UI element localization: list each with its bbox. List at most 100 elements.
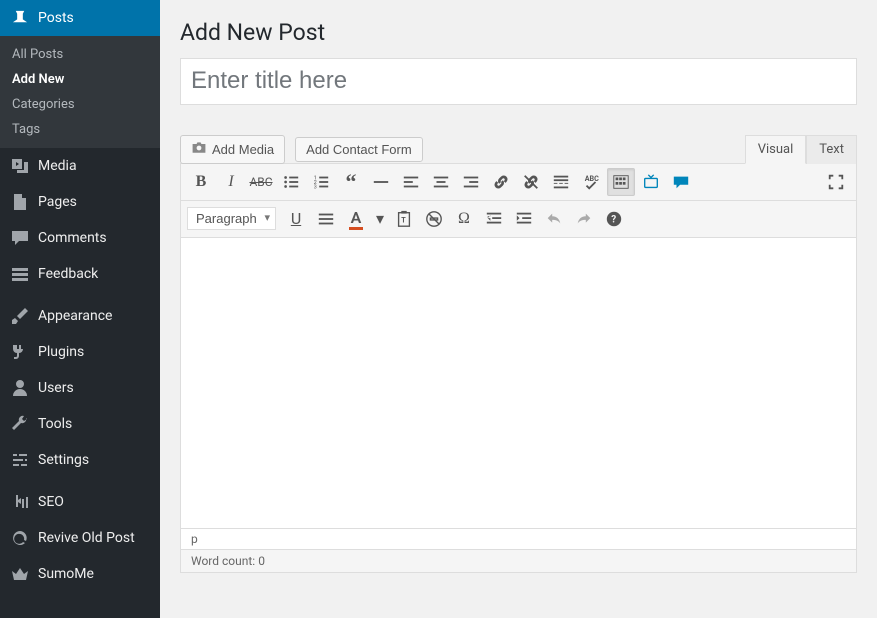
brush-icon [10, 306, 30, 326]
sidebar-item-feedback[interactable]: Feedback [0, 256, 160, 292]
media-buttons-row: Add Media Add Contact Form Visual Text [180, 135, 857, 164]
clear-formatting-button[interactable] [420, 205, 448, 233]
add-contact-form-button[interactable]: Add Contact Form [295, 137, 423, 162]
sidebar-item-tools[interactable]: Tools [0, 406, 160, 442]
editor-toolbar-2: Paragraph U A ▾ T Ω ? [181, 201, 856, 238]
underline-button[interactable]: U [282, 205, 310, 233]
seo-icon [10, 492, 30, 512]
sidebar-label: Posts [38, 10, 74, 26]
paste-text-button[interactable]: T [390, 205, 418, 233]
align-left-button[interactable] [397, 168, 425, 196]
pushpin-icon [10, 8, 30, 28]
main-content: Add New Post Add Media Add Contact Form … [160, 0, 877, 618]
status-bar: Word count: 0 [181, 549, 856, 572]
spellcheck-button[interactable]: ABC [577, 168, 605, 196]
media-icon [10, 156, 30, 176]
chat-icon-button[interactable] [667, 168, 695, 196]
editor-body[interactable] [181, 238, 856, 528]
tv-icon-button[interactable] [637, 168, 665, 196]
sliders-icon [10, 450, 30, 470]
undo-button[interactable] [540, 205, 568, 233]
sidebar-label: Comments [38, 230, 107, 246]
page-icon [10, 192, 30, 212]
sidebar-label: Appearance [38, 308, 112, 324]
sidebar-label: SumoMe [38, 566, 94, 582]
sidebar-item-seo[interactable]: SEO [0, 484, 160, 520]
blockquote-button[interactable]: “ [337, 168, 365, 196]
text-color-button[interactable]: A [342, 205, 370, 233]
add-media-button[interactable]: Add Media [180, 135, 285, 164]
align-center-button[interactable] [427, 168, 455, 196]
plug-icon [10, 342, 30, 362]
submenu-categories[interactable]: Categories [0, 92, 160, 117]
horizontal-rule-button[interactable] [367, 168, 395, 196]
sidebar-label: Plugins [38, 344, 84, 360]
read-more-button[interactable] [547, 168, 575, 196]
redo-button[interactable] [570, 205, 598, 233]
outdent-button[interactable] [480, 205, 508, 233]
feedback-icon [10, 264, 30, 284]
bullet-list-button[interactable] [277, 168, 305, 196]
indent-button[interactable] [510, 205, 538, 233]
element-path[interactable]: p [181, 528, 856, 549]
comment-icon [10, 228, 30, 248]
editor-toolbar-1: B I ABC 123 “ ABC [181, 164, 856, 201]
tab-text[interactable]: Text [806, 135, 857, 164]
sidebar-item-plugins[interactable]: Plugins [0, 334, 160, 370]
sidebar-item-users[interactable]: Users [0, 370, 160, 406]
sidebar-item-appearance[interactable]: Appearance [0, 298, 160, 334]
sidebar-item-revive[interactable]: Revive Old Post [0, 520, 160, 556]
button-label: Add Contact Form [306, 142, 412, 157]
toolbar-toggle-button[interactable] [607, 168, 635, 196]
word-count-value: 0 [258, 554, 265, 568]
refresh-icon [10, 528, 30, 548]
wrench-icon [10, 414, 30, 434]
align-right-button[interactable] [457, 168, 485, 196]
special-character-button[interactable]: Ω [450, 205, 478, 233]
submenu-add-new[interactable]: Add New [0, 67, 160, 92]
svg-text:T: T [401, 215, 406, 224]
help-button[interactable]: ? [600, 205, 628, 233]
sidebar-label: Settings [38, 452, 89, 468]
sidebar-item-posts[interactable]: Posts [0, 0, 160, 36]
sidebar-label: Tools [38, 416, 72, 432]
text-color-dropdown[interactable]: ▾ [372, 205, 388, 233]
sidebar-submenu-posts: All Posts Add New Categories Tags [0, 36, 160, 148]
bold-button[interactable]: B [187, 168, 215, 196]
svg-text:?: ? [611, 214, 616, 225]
sidebar-item-settings[interactable]: Settings [0, 442, 160, 478]
submenu-all-posts[interactable]: All Posts [0, 42, 160, 67]
tab-visual[interactable]: Visual [745, 135, 807, 164]
submenu-tags[interactable]: Tags [0, 117, 160, 142]
svg-text:ABC: ABC [585, 174, 599, 183]
user-icon [10, 378, 30, 398]
sidebar-item-comments[interactable]: Comments [0, 220, 160, 256]
editor-container: B I ABC 123 “ ABC [180, 163, 857, 573]
strikethrough-button[interactable]: ABC [247, 168, 275, 196]
post-title-input[interactable] [180, 58, 857, 105]
sidebar-label: Users [38, 380, 74, 396]
crown-icon [10, 564, 30, 584]
sidebar-item-pages[interactable]: Pages [0, 184, 160, 220]
unlink-button[interactable] [517, 168, 545, 196]
align-justify-button[interactable] [312, 205, 340, 233]
sidebar-item-sumome[interactable]: SumoMe [0, 556, 160, 592]
sidebar-item-media[interactable]: Media [0, 148, 160, 184]
sidebar-label: Feedback [38, 266, 98, 282]
button-label: Add Media [212, 142, 274, 157]
format-select[interactable]: Paragraph [187, 207, 276, 230]
editor-tabs: Visual Text [745, 135, 857, 164]
sidebar-label: Media [38, 158, 77, 174]
sidebar-label: Pages [38, 194, 77, 210]
sidebar-label: Revive Old Post [38, 530, 135, 546]
svg-text:3: 3 [314, 184, 317, 190]
page-title: Add New Post [180, 10, 857, 58]
fullscreen-button[interactable] [822, 168, 850, 196]
sidebar-label: SEO [38, 494, 64, 510]
word-count-label: Word count: [191, 554, 258, 568]
numbered-list-button[interactable]: 123 [307, 168, 335, 196]
admin-sidebar: Posts All Posts Add New Categories Tags … [0, 0, 160, 618]
italic-button[interactable]: I [217, 168, 245, 196]
camera-music-icon [191, 140, 207, 159]
link-button[interactable] [487, 168, 515, 196]
